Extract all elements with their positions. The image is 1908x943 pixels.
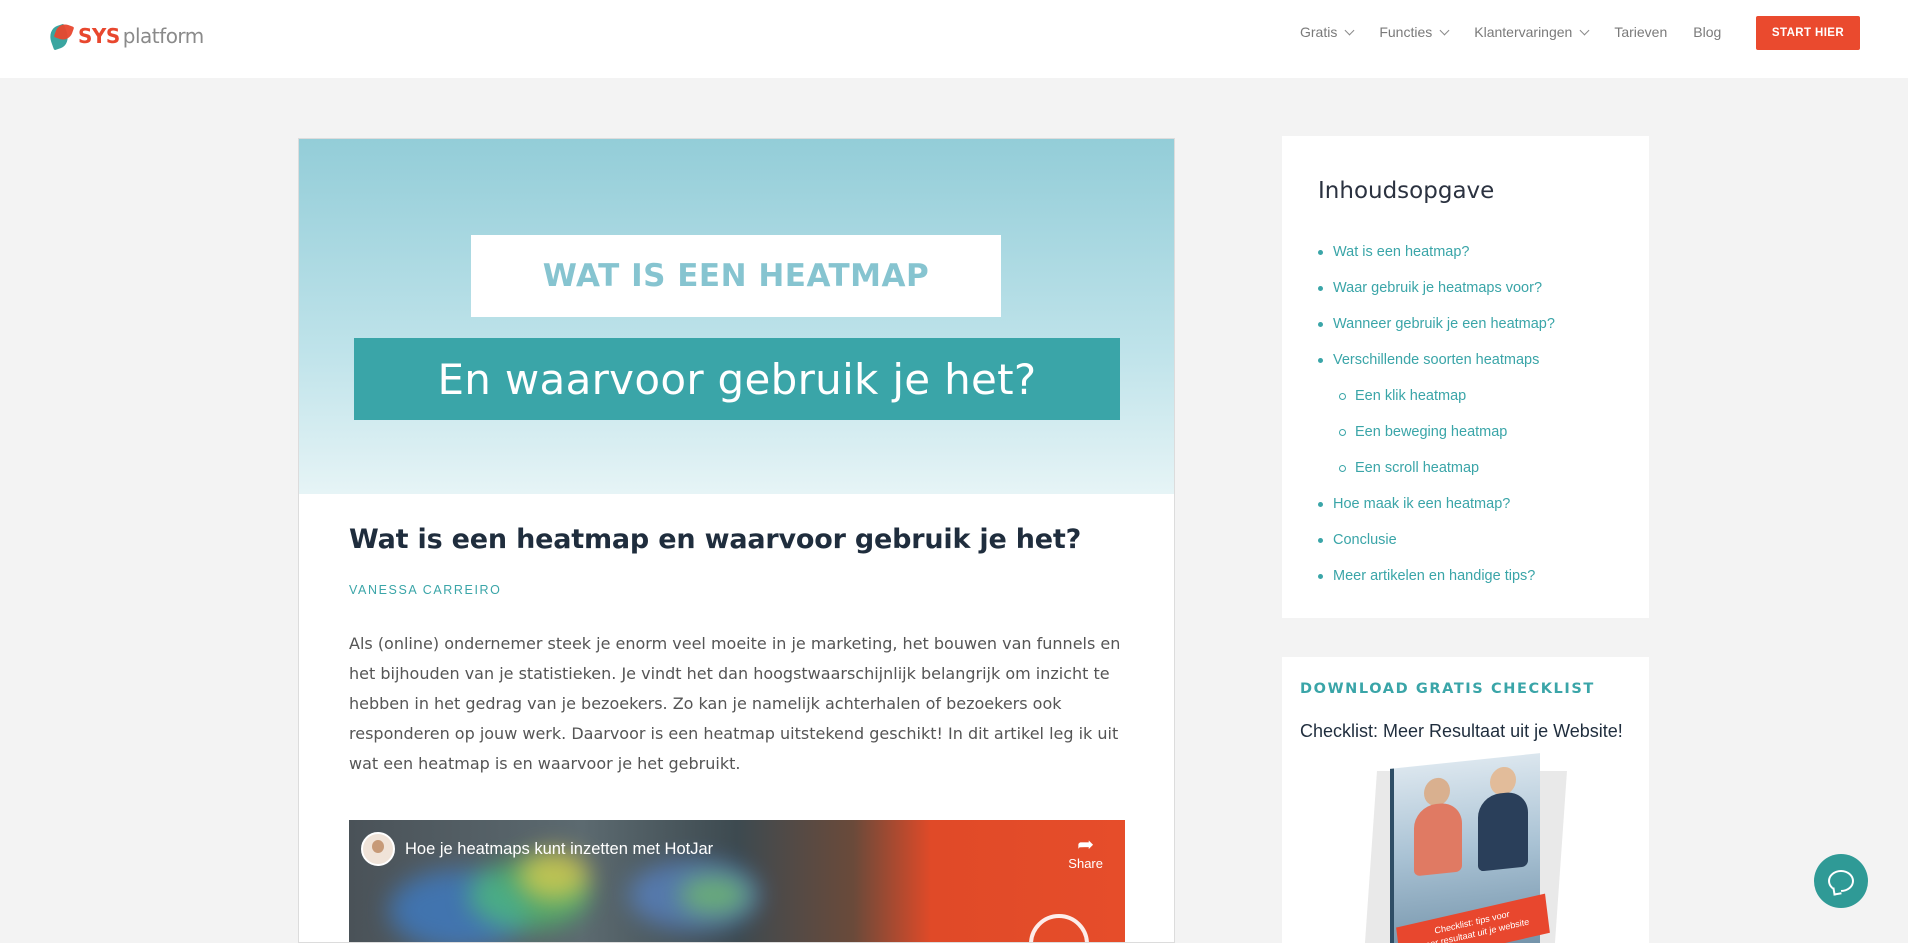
nav-item-functies[interactable]: Functies <box>1379 22 1450 42</box>
article-card: WAT IS EEN HEATMAP En waarvoor gebruik j… <box>298 138 1175 943</box>
hero-subtitle-box: En waarvoor gebruik je het? <box>354 338 1120 420</box>
featured-image: WAT IS EEN HEATMAP En waarvoor gebruik j… <box>299 139 1174 494</box>
nav-item-label: Klantervaringen <box>1474 24 1573 40</box>
toc-list: Wat is een heatmap? Waar gebruik je heat… <box>1318 234 1555 594</box>
chat-launcher-button[interactable] <box>1814 854 1868 908</box>
bullet-icon <box>1318 537 1323 543</box>
share-icon: ➦ <box>1077 834 1095 856</box>
post-author[interactable]: VANESSA CARREIRO <box>349 583 502 597</box>
start-here-button[interactable]: START HIER <box>1756 16 1860 50</box>
toc-item-label: Verschillende soorten heatmaps <box>1333 352 1540 368</box>
nav-item-klantervaringen[interactable]: Klantervaringen <box>1474 22 1590 42</box>
video-title[interactable]: Hoe je heatmaps kunt inzetten met HotJar <box>405 840 713 859</box>
chevron-down-icon <box>1344 25 1355 35</box>
toc-item-label: Conclusie <box>1333 532 1397 548</box>
share-button[interactable]: ➦ Share <box>1068 834 1103 871</box>
logo-product: platform <box>122 24 204 48</box>
circle-bullet-icon <box>1339 464 1346 472</box>
hero-title: WAT IS EEN HEATMAP <box>542 258 930 294</box>
post-title: Wat is een heatmap en waarvoor gebruik j… <box>349 524 1082 555</box>
toc-item-label: Wanneer gebruik je een heatmap? <box>1333 316 1555 332</box>
chevron-down-icon <box>1579 25 1590 35</box>
nav-item-label: Blog <box>1693 24 1722 40</box>
chat-icon <box>1828 870 1854 892</box>
bullet-icon <box>1318 321 1323 327</box>
logo-icon <box>46 21 75 51</box>
site-header: SYS platform Gratis Functies Klantervari… <box>0 0 1908 78</box>
book-banner: Checklist: tips voor meer resultaat uit … <box>1396 893 1550 943</box>
nav-item-label: Gratis <box>1300 24 1338 40</box>
toc-item[interactable]: Wanneer gebruik je een heatmap? <box>1318 306 1555 342</box>
bullet-icon <box>1318 249 1323 255</box>
bullet-icon <box>1318 501 1323 507</box>
nav-item-tarieven[interactable]: Tarieven <box>1614 22 1667 42</box>
toc-subitem[interactable]: Een beweging heatmap <box>1318 414 1555 450</box>
toc-item-label: Een klik heatmap <box>1355 388 1467 404</box>
circle-bullet-icon <box>1339 428 1346 436</box>
hero-title-box: WAT IS EEN HEATMAP <box>471 235 1001 317</box>
toc-item-label: Meer artikelen en handige tips? <box>1333 568 1536 584</box>
toc-subitem[interactable]: Een scroll heatmap <box>1318 450 1555 486</box>
table-of-contents: Inhoudsopgave Wat is een heatmap? Waar g… <box>1282 136 1649 618</box>
hero-subtitle: En waarvoor gebruik je het? <box>437 354 1037 404</box>
toc-item[interactable]: Waar gebruik je heatmaps voor? <box>1318 270 1555 306</box>
share-label: Share <box>1068 856 1103 871</box>
bullet-icon <box>1318 357 1323 363</box>
nav-item-label: Functies <box>1379 24 1433 40</box>
circle-bullet-icon <box>1339 392 1346 400</box>
channel-avatar[interactable] <box>361 832 395 866</box>
toc-title: Inhoudsopgave <box>1318 178 1495 204</box>
checklist-widget: DOWNLOAD GRATIS CHECKLIST Checklist: Mee… <box>1282 657 1649 943</box>
logo-brand: SYS <box>78 24 120 48</box>
toc-subitem[interactable]: Een klik heatmap <box>1318 378 1555 414</box>
toc-item[interactable]: Meer artikelen en handige tips? <box>1318 558 1555 594</box>
toc-item-label: Hoe maak ik een heatmap? <box>1333 496 1511 512</box>
toc-item[interactable]: Conclusie <box>1318 522 1555 558</box>
bullet-icon <box>1318 573 1323 579</box>
post-intro: Als (online) ondernemer steek je enorm v… <box>349 634 1121 773</box>
nav-item-blog[interactable]: Blog <box>1693 22 1721 42</box>
chevron-down-icon <box>1439 25 1450 35</box>
toc-item-label: Waar gebruik je heatmaps voor? <box>1333 280 1543 296</box>
checklist-heading: DOWNLOAD GRATIS CHECKLIST <box>1300 681 1595 697</box>
toc-item[interactable]: Hoe maak ik een heatmap? <box>1318 486 1555 522</box>
main-nav: Gratis Functies Klantervaringen Tarieven… <box>1300 22 1747 42</box>
toc-item[interactable]: Verschillende soorten heatmaps <box>1318 342 1555 378</box>
toc-item[interactable]: Wat is een heatmap? <box>1318 234 1555 270</box>
video-embed[interactable]: Hoe je heatmaps kunt inzetten met HotJar… <box>349 820 1125 942</box>
checklist-book-image[interactable]: Checklist: tips voor meer resultaat uit … <box>1363 753 1567 943</box>
logo[interactable]: SYS platform <box>46 21 204 51</box>
bullet-icon <box>1318 285 1323 291</box>
checklist-subtitle: Checklist: Meer Resultaat uit je Website… <box>1300 721 1623 741</box>
toc-item-label: Een scroll heatmap <box>1355 460 1480 476</box>
nav-item-label: Tarieven <box>1614 24 1668 40</box>
toc-item-label: Wat is een heatmap? <box>1333 244 1470 260</box>
toc-item-label: Een beweging heatmap <box>1355 424 1508 440</box>
nav-item-gratis[interactable]: Gratis <box>1300 22 1355 42</box>
